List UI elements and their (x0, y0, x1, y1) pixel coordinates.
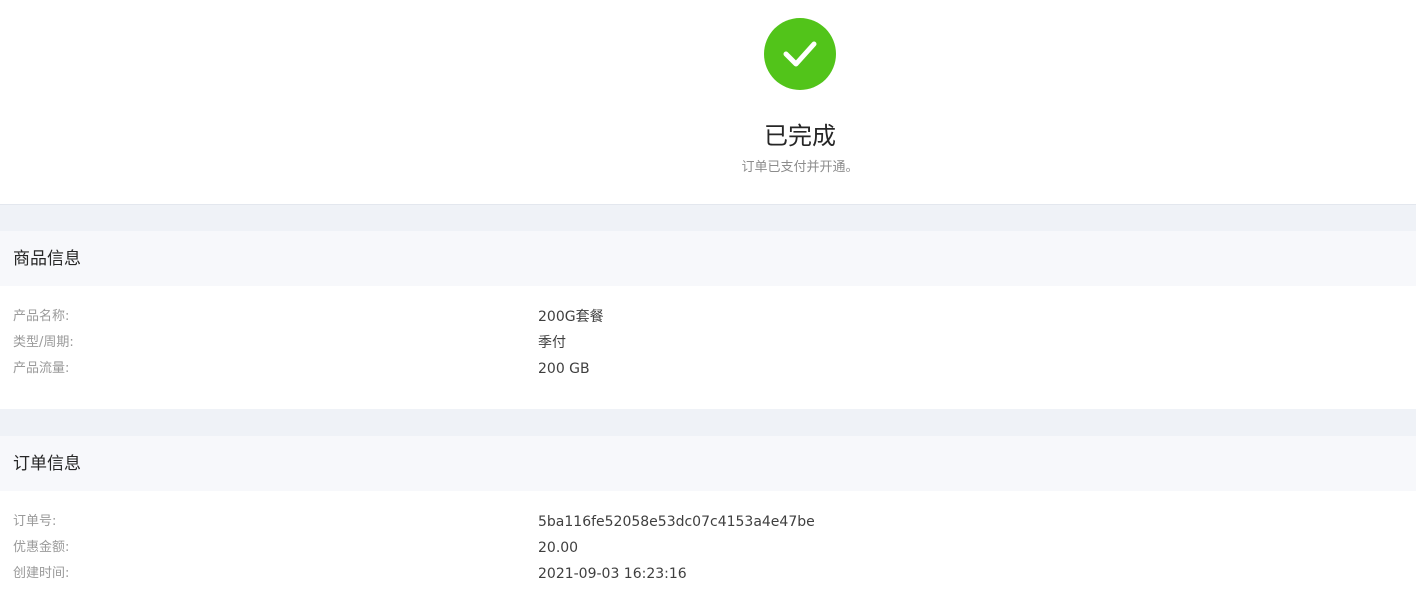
product-name-label: 产品名称: (13, 309, 70, 324)
result-subtitle: 订单已支付并开通。 (741, 160, 859, 175)
created-time-value: 2021-09-03 16:23:16 (538, 566, 687, 582)
product-info-heading: 商品信息 (13, 249, 81, 269)
type-period-row: 类型/周期: 季付 (0, 330, 1416, 356)
product-traffic-row: 产品流量: 200 GB (0, 356, 1416, 382)
result-title: 已完成 (764, 122, 836, 150)
product-info-header: 商品信息 (0, 231, 1416, 286)
created-time-row: 创建时间: 2021-09-03 16:23:16 (0, 561, 1416, 587)
result-panel: 已完成 订单已支付并开通。 (0, 0, 1416, 205)
discount-amount-row: 优惠金额: 20.00 (0, 535, 1416, 561)
type-period-value: 季付 (538, 335, 566, 351)
order-info-header: 订单信息 (0, 436, 1416, 491)
product-name-row: 产品名称: 200G套餐 (0, 304, 1416, 330)
created-time-label: 创建时间: (13, 566, 70, 581)
discount-amount-label: 优惠金额: (13, 540, 70, 555)
order-number-label: 订单号: (13, 514, 57, 529)
product-name-value: 200G套餐 (538, 309, 604, 325)
order-info-heading: 订单信息 (13, 454, 81, 474)
check-circle-icon (764, 18, 836, 90)
order-number-value: 5ba116fe52058e53dc07c4153a4e47be (538, 514, 815, 530)
product-traffic-value: 200 GB (538, 361, 590, 377)
order-number-row: 订单号: 5ba116fe52058e53dc07c4153a4e47be (0, 509, 1416, 535)
checkmark-icon (783, 41, 817, 67)
order-info-section: 订单信息 订单号: 5ba116fe52058e53dc07c4153a4e47… (0, 436, 1416, 614)
type-period-label: 类型/周期: (13, 335, 74, 350)
product-info-section: 商品信息 产品名称: 200G套餐 类型/周期: 季付 产品流量: 200 GB (0, 231, 1416, 409)
product-traffic-label: 产品流量: (13, 361, 70, 376)
discount-amount-value: 20.00 (538, 540, 579, 556)
